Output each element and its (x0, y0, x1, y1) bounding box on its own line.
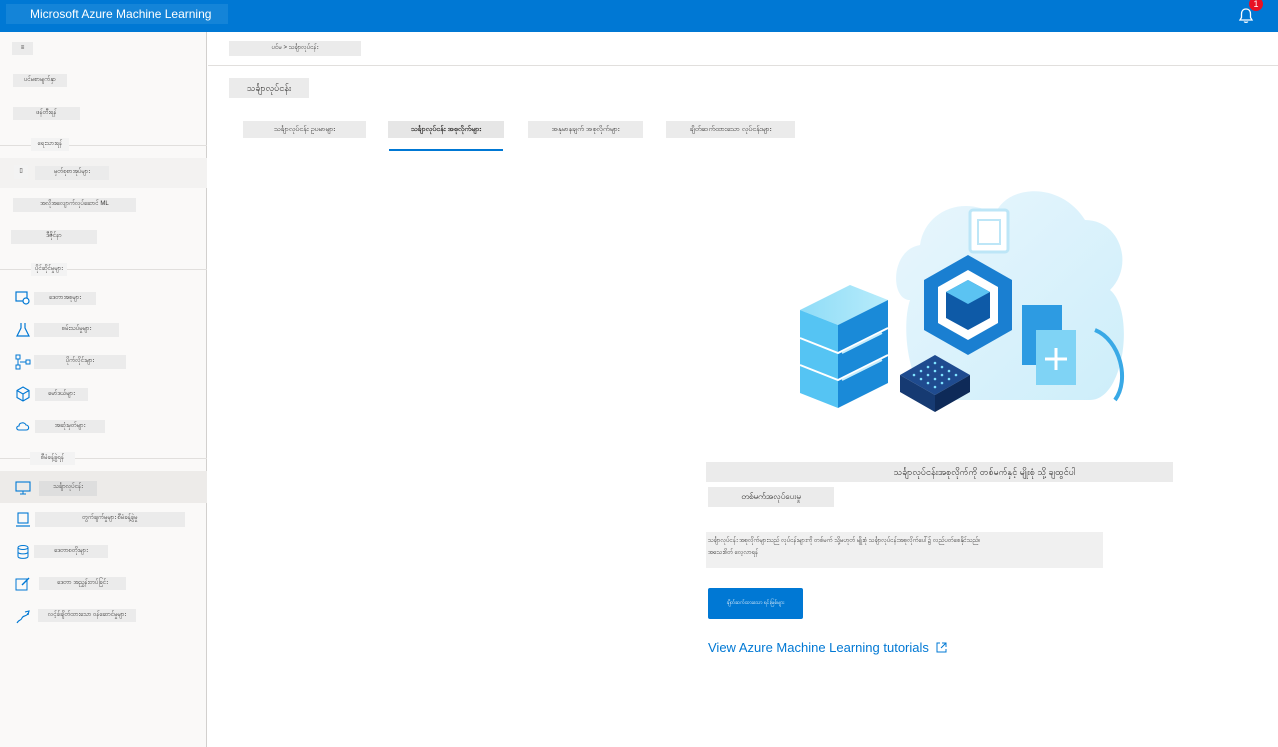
sidebar-active-row (0, 471, 207, 503)
pipeline-icon (15, 354, 31, 370)
empty-state-learn-more[interactable]: အသေးစိတ် လေ့လာရန် (708, 547, 1101, 559)
sidebar-item-create[interactable]: ဖန်တီးရန် (13, 107, 80, 120)
sidebar-section-assets: ပိုင်ဆိုင်မှုများ (31, 263, 67, 276)
cloud-endpoint-icon (15, 418, 31, 434)
tab-attached-compute[interactable]: ချိတ်ဆက်ထားသော လုပ်ငန်းများ (666, 121, 795, 138)
sidebar: ≡ ပင်မစာမျက်နှာ ဖန်တီးရန် ရေးသားရန် ▯ မှ… (0, 32, 207, 747)
create-compute-cluster-button[interactable]: ချိတ်ဆက်ထားသော ရင်းမြစ်များ (708, 588, 803, 619)
empty-state-subtitle: တစ်မက်အလုပ်ပေးမှု (708, 487, 834, 507)
collapse-menu-button[interactable]: ≡ (12, 42, 33, 55)
sidebar-item-compute[interactable]: သင်္ချာလုပ်ငန်း (39, 481, 97, 496)
sidebar-item-models[interactable]: မော်ဒယ်များ (35, 388, 88, 401)
external-link-icon (936, 641, 947, 653)
notebook-icon: ▯ (14, 165, 28, 179)
cube-icon (15, 386, 31, 402)
sidebar-item-experiments[interactable]: စမ်းသပ်မှုများ (34, 323, 119, 337)
sidebar-item-datasets[interactable]: ဒေတာအစုများ (34, 292, 96, 305)
sidebar-item-automl[interactable]: အလိုအလျောက်လုပ်ဆောင် ML (13, 198, 136, 212)
active-tab-indicator (389, 149, 503, 151)
sidebar-item-notebooks[interactable]: မှတ်စုစာအုပ်များ (35, 166, 109, 180)
compute-icon (15, 480, 31, 496)
sidebar-item-datastores[interactable]: ဒေတာစတိုးများ (34, 545, 108, 558)
sidebar-section-author: ရေးသားရန် (31, 138, 69, 151)
breadcrumb[interactable]: ပင်မ > သင်္ချာလုပ်ငန်း (229, 41, 361, 56)
laptop-icon (15, 512, 31, 528)
top-bar: Microsoft Azure Machine Learning 1 (0, 0, 1278, 32)
compute-cloud-illustration (790, 180, 1135, 415)
sidebar-item-pipelines[interactable]: ပိုက်လိုင်းများ (34, 355, 126, 369)
sidebar-item-data-labeling[interactable]: ဒေတာ အညွှန်းတပ်ခြင်း (39, 577, 126, 590)
edit-icon (15, 576, 31, 592)
notification-badge: 1 (1249, 0, 1263, 11)
empty-state-description: သင်္ချာလုပ်ငန်း အစုလိုက်များသည် လုပ်ငန်း… (706, 532, 1103, 568)
sidebar-item-endpoints[interactable]: အဆုံးမှတ်များ (35, 420, 105, 433)
link-icon (15, 609, 31, 625)
sidebar-item-linked-services[interactable]: လင့်ခ်ချိတ်ထားသော ဝန်ဆောင်မှုများ (38, 609, 136, 622)
tab-compute-clusters[interactable]: သင်္ချာလုပ်ငန်း အစုလိုက်များ (388, 121, 504, 138)
flask-icon (15, 322, 31, 338)
empty-state-description-line-1: သင်္ချာလုပ်ငန်း အစုလိုက်များသည် လုပ်ငန်း… (708, 538, 981, 544)
sidebar-section-manage: စီမံခန့်ခွဲရန် (30, 452, 75, 465)
tab-inference-clusters[interactable]: အနုမာနချက် အစုလိုက်များ (528, 121, 643, 138)
tutorials-link-text[interactable]: View Azure Machine Learning tutorials (708, 640, 929, 655)
empty-state-title: သင်္ချာလုပ်ငန်းအစုလိုက်ကို တစ်မက်နှင့် မ… (706, 462, 1173, 482)
dataset-icon (15, 290, 31, 306)
breadcrumb-bar: ပင်မ > သင်္ချာလုပ်ငန်း (208, 33, 1278, 66)
page-title: သင်္ချာလုပ်ငန်း (229, 78, 309, 98)
app-title[interactable]: Microsoft Azure Machine Learning (6, 4, 228, 24)
tab-compute-instances[interactable]: သင်္ချာလုပ်ငန်း ဥပမာများ (243, 121, 366, 138)
tutorials-link[interactable]: View Azure Machine Learning tutorials (708, 640, 947, 655)
sidebar-item-compute-management[interactable]: တွက်ချက်မှုများ စီမံခန့်ခွဲမှု (35, 512, 185, 527)
sidebar-item-designer[interactable]: ဒီဇိုင်နာ (11, 230, 97, 244)
database-icon (15, 544, 31, 560)
sidebar-item-home[interactable]: ပင်မစာမျက်နှာ (13, 74, 67, 87)
